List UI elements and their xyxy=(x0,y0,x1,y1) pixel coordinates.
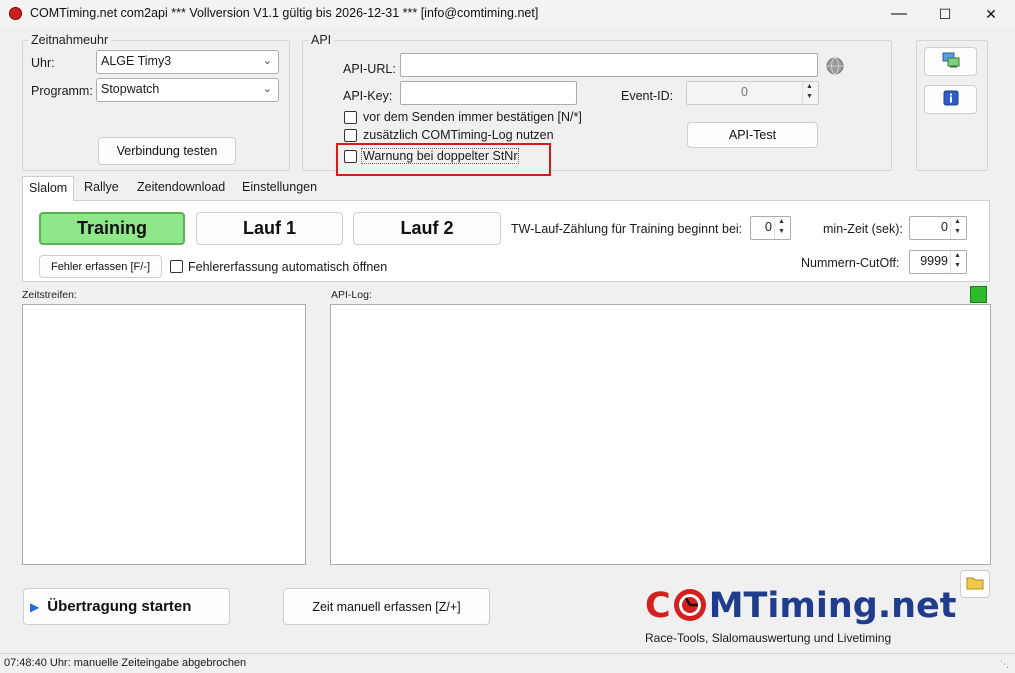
warn-checkbox[interactable] xyxy=(344,150,357,163)
event-id-stepper[interactable]: 0 ▲ ▼ xyxy=(686,81,819,105)
arrow-up-icon[interactable]: ▲ xyxy=(778,218,785,225)
fehler-erfassen-button[interactable]: Fehler erfassen [F/-] xyxy=(39,255,162,278)
programm-select[interactable]: Stopwatch ⌄ xyxy=(96,78,279,102)
warn-checkbox-label: Warnung bei doppelter StNr xyxy=(361,148,520,164)
arrow-down-icon[interactable]: ▼ xyxy=(806,93,813,100)
api-legend: API xyxy=(308,33,335,47)
globe-icon[interactable] xyxy=(826,57,844,75)
verbindung-testen-button[interactable]: Verbindung testen xyxy=(98,137,236,165)
logo-brand-rest: MTiming.net xyxy=(708,586,957,626)
log-checkbox[interactable] xyxy=(344,129,357,142)
confirm-checkbox-label: vor dem Senden immer bestätigen [N/*] xyxy=(363,110,582,124)
tw-stepper[interactable]: 0 ▲ ▼ xyxy=(750,216,791,240)
stepper-arrows[interactable]: ▲ ▼ xyxy=(774,217,790,239)
api-url-label: API-URL: xyxy=(343,62,396,76)
uebertragung-starten-label: Übertragung starten xyxy=(47,598,192,615)
api-url-input[interactable] xyxy=(400,53,818,77)
logo-tagline: Race-Tools, Slalomauswertung und Livetim… xyxy=(645,631,892,645)
cutoff-stepper[interactable]: 9999 ▲ ▼ xyxy=(909,250,967,274)
info-button[interactable] xyxy=(924,85,977,114)
maximize-button[interactable]: ☐ xyxy=(922,0,968,28)
zeitnahmeuhr-legend: Zeitnahmeuhr xyxy=(28,33,112,47)
cutoff-value: 9999 xyxy=(920,254,948,268)
status-text: 07:48:40 Uhr: manuelle Zeiteingabe abgeb… xyxy=(4,657,247,669)
fehler-auto-label: Fehlererfassung automatisch öffnen xyxy=(188,260,388,274)
arrow-down-icon[interactable]: ▼ xyxy=(954,228,961,235)
confirm-checkbox[interactable] xyxy=(344,111,357,124)
programm-select-value: Stopwatch xyxy=(101,82,160,96)
event-id-label: Event-ID: xyxy=(621,89,674,103)
chevron-down-icon: ⌄ xyxy=(262,83,272,95)
app-icon xyxy=(9,7,22,20)
folder-icon xyxy=(966,576,984,593)
tab-einstellungen[interactable]: Einstellungen xyxy=(236,176,323,200)
info-icon xyxy=(943,90,959,109)
arrow-down-icon[interactable]: ▼ xyxy=(778,228,785,235)
comtiming-logo: C MTiming.net xyxy=(645,584,957,628)
minzeit-label: min-Zeit (sek): xyxy=(823,222,903,236)
api-log-panel[interactable] xyxy=(330,304,991,565)
api-key-input[interactable] xyxy=(400,81,577,105)
log-checkbox-label: zusätzlich COMTiming-Log nutzen xyxy=(363,128,554,142)
uhr-select[interactable]: ALGE Timy3 ⌄ xyxy=(96,50,279,74)
uebertragung-starten-button[interactable]: ▶ Übertragung starten xyxy=(23,588,230,625)
folder-button[interactable] xyxy=(960,570,990,598)
tab-slalom[interactable]: Slalom xyxy=(22,176,75,201)
minzeit-value: 0 xyxy=(941,220,948,234)
tab-zeitendownload[interactable]: Zeitendownload xyxy=(131,176,231,200)
stepper-arrows[interactable]: ▲ ▼ xyxy=(950,217,966,239)
uhr-select-value: ALGE Timy3 xyxy=(101,54,172,68)
status-indicator xyxy=(970,286,987,303)
play-icon: ▶ xyxy=(30,599,40,614)
fehler-auto-checkbox[interactable] xyxy=(170,260,183,273)
network-icon xyxy=(942,52,960,71)
logo-clock-icon xyxy=(672,587,708,623)
arrow-down-icon[interactable]: ▼ xyxy=(954,262,961,269)
close-button[interactable]: ✕ xyxy=(968,0,1014,28)
zeitstreifen-label: Zeitstreifen: xyxy=(22,289,77,301)
stepper-arrows[interactable]: ▲ ▼ xyxy=(802,82,818,104)
network-button[interactable] xyxy=(924,47,977,76)
training-button[interactable]: Training xyxy=(39,212,185,245)
logo-letter-c: C xyxy=(645,586,671,626)
zeit-manuell-button[interactable]: Zeit manuell erfassen [Z/+] xyxy=(283,588,490,625)
programm-label: Programm: xyxy=(31,84,93,98)
api-log-label: API-Log: xyxy=(331,289,372,301)
tab-rallye[interactable]: Rallye xyxy=(78,176,125,200)
arrow-up-icon[interactable]: ▲ xyxy=(806,83,813,90)
arrow-up-icon[interactable]: ▲ xyxy=(954,218,961,225)
zeitstreifen-list[interactable] xyxy=(22,304,306,565)
api-key-label: API-Key: xyxy=(343,89,393,103)
api-test-button[interactable]: API-Test xyxy=(687,122,818,148)
tw-value: 0 xyxy=(765,220,772,234)
stepper-arrows[interactable]: ▲ ▼ xyxy=(950,251,966,273)
minimize-button[interactable]: — xyxy=(876,0,922,28)
lauf2-button[interactable]: Lauf 2 xyxy=(353,212,501,245)
cutoff-label: Nummern-CutOff: xyxy=(801,256,900,270)
chevron-down-icon: ⌄ xyxy=(262,55,272,67)
window-title: COMTiming.net com2api *** Vollversion V1… xyxy=(30,6,539,20)
event-id-value: 0 xyxy=(741,85,748,99)
arrow-up-icon[interactable]: ▲ xyxy=(954,252,961,259)
minzeit-stepper[interactable]: 0 ▲ ▼ xyxy=(909,216,967,240)
lauf1-button[interactable]: Lauf 1 xyxy=(196,212,343,245)
tw-label: TW-Lauf-Zählung für Training beginnt bei… xyxy=(511,222,743,236)
uhr-label: Uhr: xyxy=(31,56,55,70)
resize-grip-icon[interactable]: ⋱ xyxy=(1000,659,1009,670)
